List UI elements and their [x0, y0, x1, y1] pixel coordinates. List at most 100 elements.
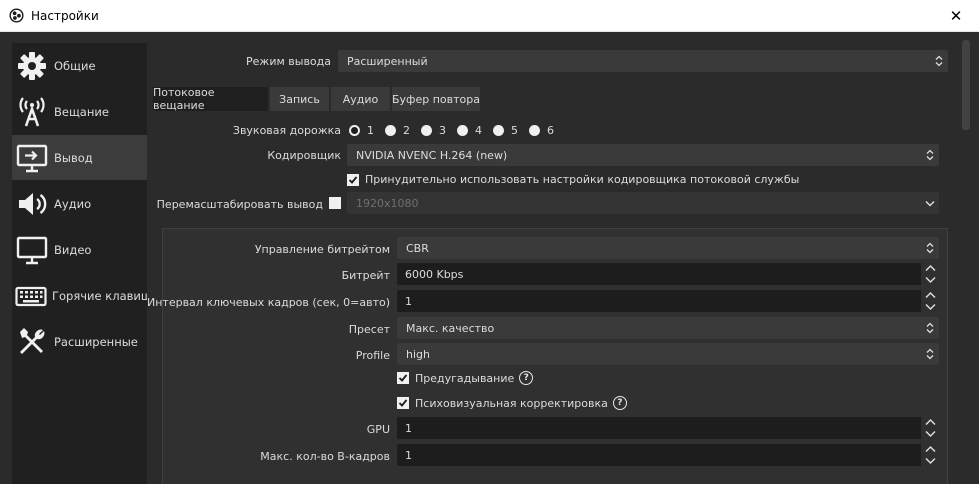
radio-label: 4 — [475, 123, 482, 137]
close-button[interactable]: ✕ — [933, 0, 979, 32]
encoder-label: Кодировщик — [267, 149, 341, 162]
output-mode-label: Режим вывода — [246, 55, 331, 68]
sidebar-item-video[interactable]: Видео — [12, 227, 147, 272]
spin-buttons[interactable] — [921, 290, 939, 312]
output-monitor-icon — [15, 141, 49, 175]
updown-arrows-icon — [921, 144, 939, 166]
tab-streaming[interactable]: Потоковое вещание — [153, 86, 268, 112]
audio-track-radio-1[interactable]: 1 — [349, 124, 374, 137]
keyframe-interval-value: 1 — [405, 294, 412, 308]
sidebar-item-hotkeys[interactable]: Горячие клавиши — [12, 273, 147, 318]
tab-replay-buffer[interactable]: Буфер повтора — [392, 87, 480, 111]
obs-logo-icon — [9, 8, 24, 23]
psycho-visual-checkbox[interactable]: Психовизуальная корректировка ? — [397, 396, 627, 410]
preset-value: Макс. качество — [406, 321, 495, 335]
chevron-up-icon[interactable] — [924, 263, 937, 273]
spin-buttons[interactable] — [921, 263, 939, 285]
window-title: Настройки — [31, 8, 99, 23]
spin-buttons[interactable] — [921, 417, 939, 439]
help-icon[interactable]: ? — [519, 371, 534, 385]
gpu-input[interactable]: 1 — [397, 417, 939, 439]
radio-label: 1 — [367, 123, 374, 137]
checkbox-checked-icon — [347, 173, 359, 186]
sidebar-item-label: Аудио — [54, 196, 92, 211]
chevron-up-icon[interactable] — [924, 290, 937, 300]
sidebar-item-label: Общие — [54, 58, 96, 73]
display-icon — [15, 233, 49, 267]
rate-control-value: CBR — [406, 241, 429, 255]
profile-select[interactable]: high — [397, 343, 939, 365]
tab-label: Потоковое вещание — [153, 86, 215, 112]
updown-arrows-icon — [921, 317, 939, 339]
tab-recording[interactable]: Запись — [270, 87, 329, 111]
output-mode-select[interactable]: Расширенный — [338, 50, 948, 72]
preset-label: Пресет — [348, 323, 390, 336]
audio-track-radio-group: 1 2 3 4 5 6 — [349, 123, 565, 137]
chevron-down-icon — [921, 192, 939, 214]
audio-track-radio-2[interactable]: 2 — [385, 124, 410, 137]
chevron-up-icon[interactable] — [924, 444, 937, 454]
profile-label: Profile — [355, 349, 390, 362]
encoder-select[interactable]: NVIDIA NVENC H.264 (new) — [347, 144, 939, 166]
encoder-value: NVIDIA NVENC H.264 (new) — [356, 148, 508, 162]
rate-control-select[interactable]: CBR — [397, 237, 939, 259]
keyframe-interval-input[interactable]: 1 — [397, 290, 939, 312]
tab-audio[interactable]: Аудио — [331, 87, 390, 111]
radio-label: 3 — [439, 123, 446, 137]
keyframe-interval-label: Интервал ключевых кадров (сек, 0=авто) — [147, 296, 390, 309]
gpu-label: GPU — [366, 423, 390, 436]
audio-track-radio-6[interactable]: 6 — [529, 124, 554, 137]
updown-arrows-icon — [921, 343, 939, 365]
sidebar-item-broadcast[interactable]: Вещание — [12, 89, 147, 134]
sidebar-item-general[interactable]: Общие — [12, 43, 147, 88]
radio-label: 5 — [511, 123, 518, 137]
chevron-down-icon[interactable] — [924, 275, 937, 285]
enforce-service-settings-checkbox[interactable]: Принудительно использовать настройки код… — [347, 173, 799, 186]
rescale-resolution-select[interactable]: 1920x1080 — [347, 192, 939, 214]
sidebar-item-label: Видео — [54, 242, 92, 257]
sidebar: Общие Вещание Вывод Аудио Видео Горячие … — [12, 43, 147, 484]
bitrate-label: Битрейт — [341, 269, 390, 282]
sidebar-item-output[interactable]: Вывод — [12, 135, 147, 180]
vertical-scrollbar[interactable] — [962, 40, 970, 130]
audio-track-radio-5[interactable]: 5 — [493, 124, 518, 137]
lookahead-checkbox[interactable]: Предугадывание ? — [397, 371, 534, 385]
output-mode-value: Расширенный — [347, 54, 428, 68]
audio-track-radio-3[interactable]: 3 — [421, 124, 446, 137]
speaker-icon — [15, 187, 49, 221]
rescale-label: Перемасштабировать вывод — [156, 198, 323, 211]
sidebar-item-label: Вещание — [54, 104, 109, 119]
checkbox-checked-icon — [397, 397, 409, 409]
chevron-down-icon[interactable] — [924, 429, 937, 439]
rescale-resolution-value: 1920x1080 — [356, 196, 419, 210]
rate-control-label: Управление битрейтом — [254, 243, 390, 256]
sidebar-item-advanced[interactable]: Расширенные — [12, 319, 147, 364]
enforce-service-settings-label: Принудительно использовать настройки код… — [365, 173, 800, 186]
chevron-down-icon[interactable] — [924, 302, 937, 312]
max-b-frames-value: 1 — [405, 448, 412, 462]
tools-icon — [15, 325, 49, 359]
tab-label: Запись — [279, 92, 320, 106]
checkbox-checked-icon — [397, 372, 409, 384]
audio-track-radio-4[interactable]: 4 — [457, 124, 482, 137]
title-bar: Настройки ✕ — [0, 0, 979, 32]
gpu-value: 1 — [405, 421, 412, 435]
chevron-up-icon[interactable] — [924, 417, 937, 427]
profile-value: high — [406, 347, 430, 361]
bitrate-input[interactable]: 6000 Kbps — [397, 263, 939, 285]
audio-track-label: Звуковая дорожка — [232, 124, 341, 137]
help-icon[interactable]: ? — [612, 396, 627, 410]
checkbox-unchecked-icon — [329, 197, 341, 209]
lookahead-label: Предугадывание — [415, 371, 515, 385]
preset-select[interactable]: Макс. качество — [397, 317, 939, 339]
sidebar-item-label: Вывод — [54, 150, 93, 165]
chevron-down-icon[interactable] — [924, 456, 937, 466]
spin-buttons[interactable] — [921, 444, 939, 466]
settings-content: Общие Вещание Вывод Аудио Видео Горячие … — [0, 32, 979, 484]
keyboard-icon — [15, 279, 47, 313]
psycho-visual-label: Психовизуальная корректировка — [415, 396, 608, 410]
sidebar-item-audio[interactable]: Аудио — [12, 181, 147, 226]
max-b-frames-input[interactable]: 1 — [397, 444, 939, 466]
radio-label: 2 — [403, 123, 410, 137]
rescale-checkbox[interactable] — [329, 197, 347, 209]
